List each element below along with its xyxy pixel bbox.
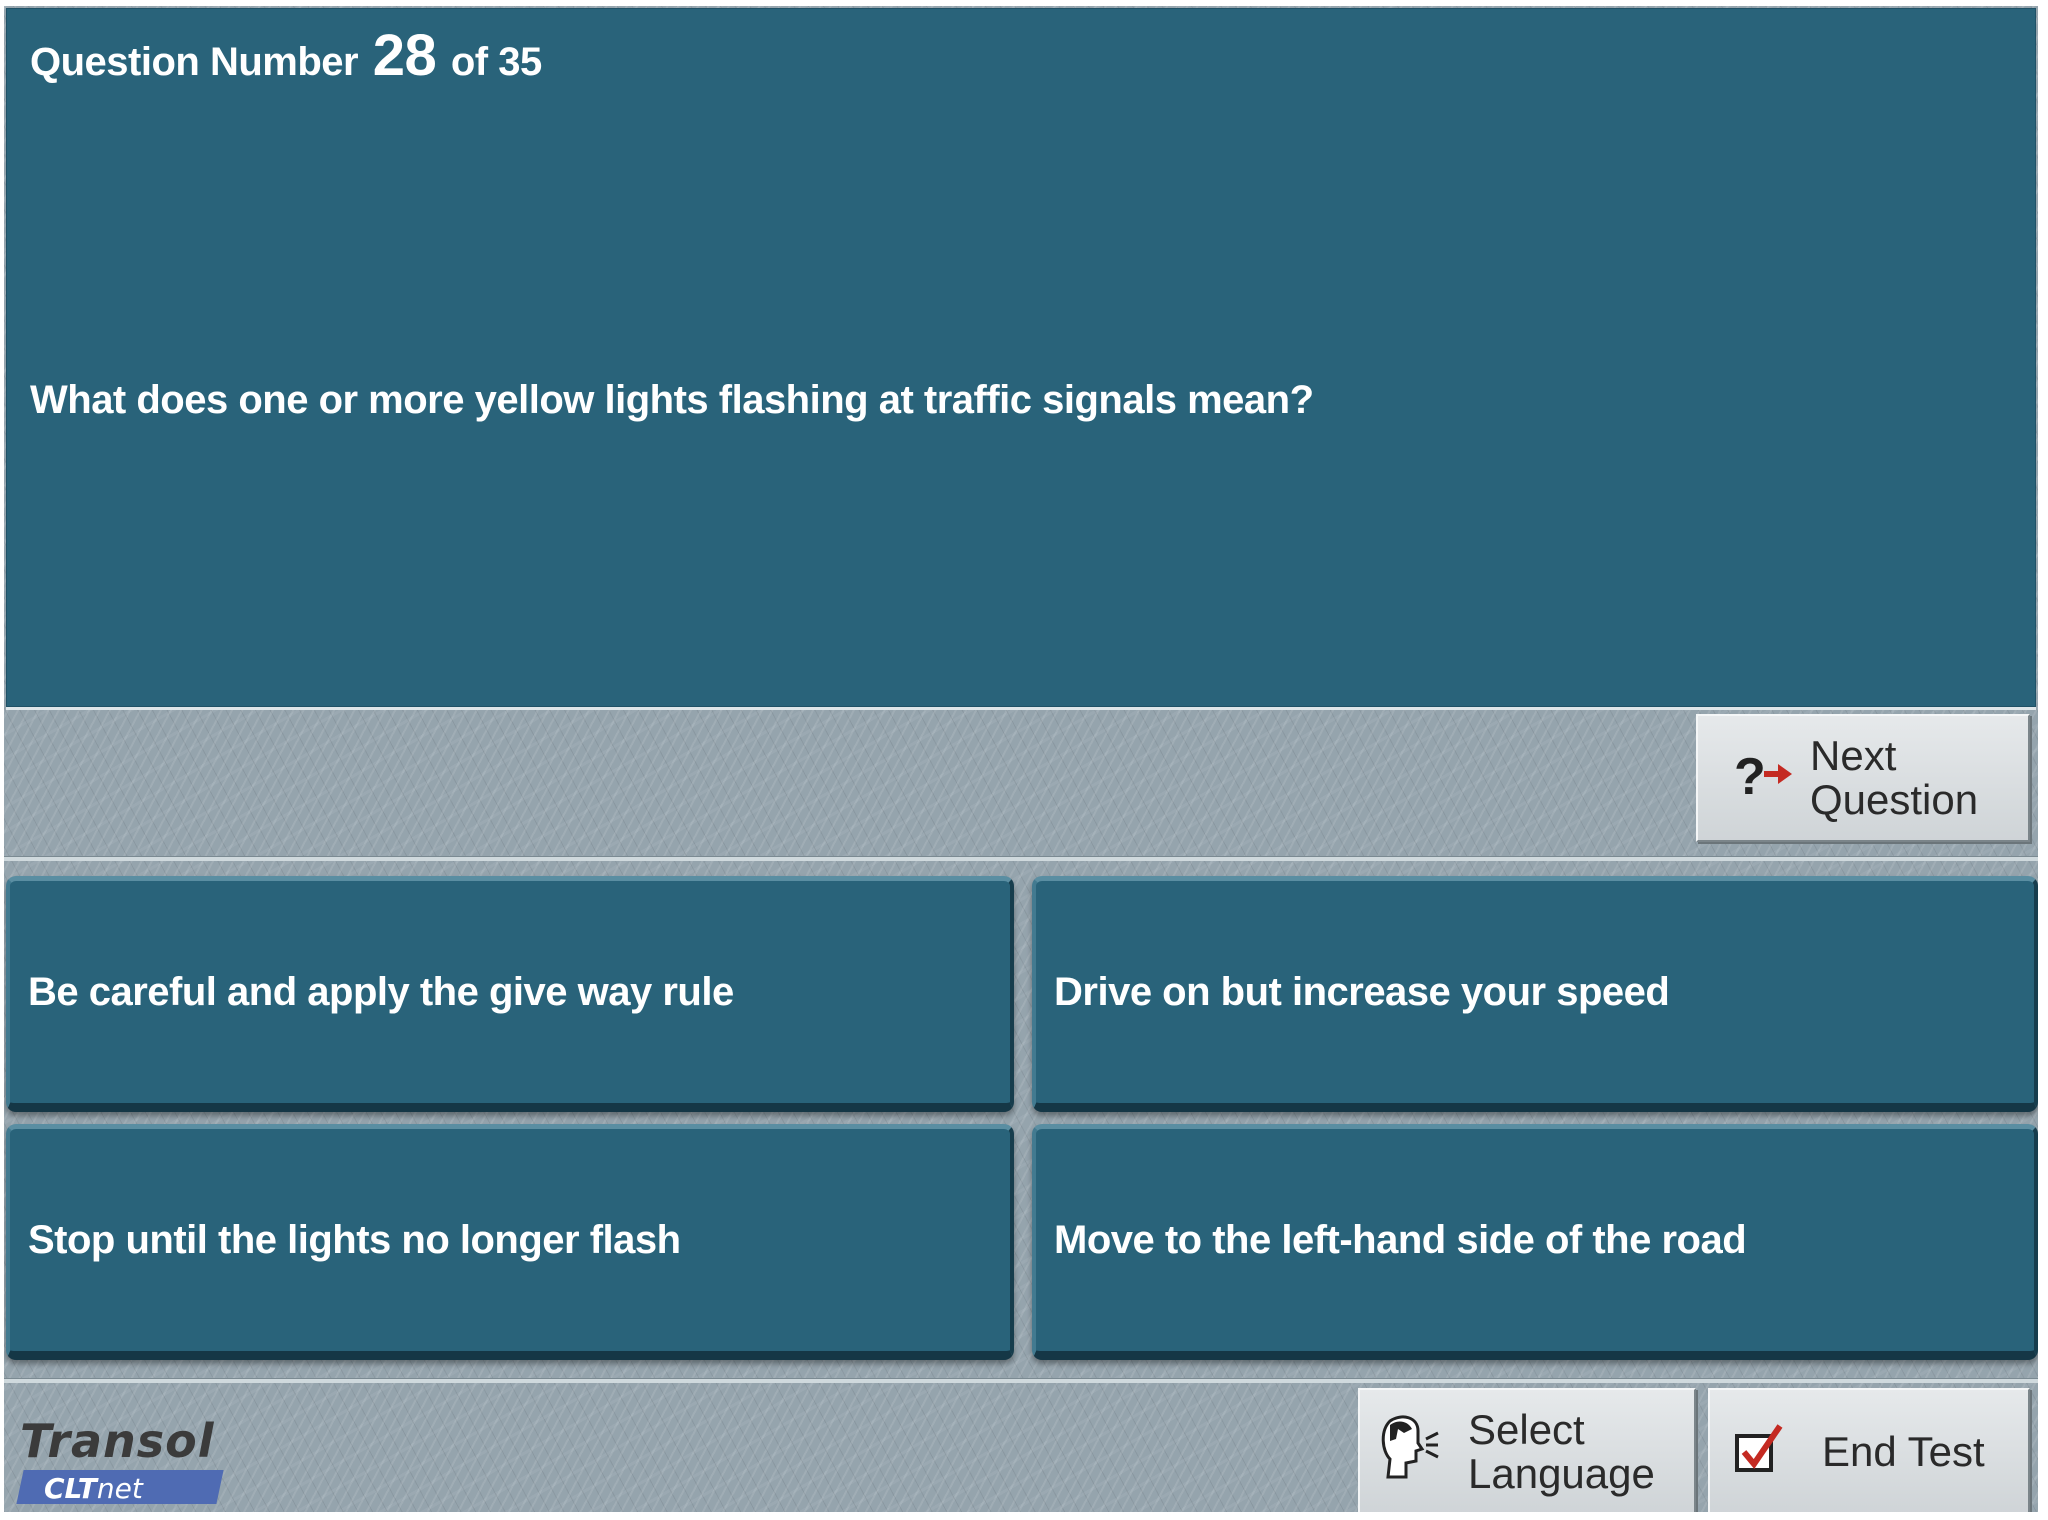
question-number-current: 28 — [372, 23, 437, 88]
question-number: Question Number 28 of 35 — [30, 22, 542, 89]
answer-d-text: Move to the left-hand side of the road — [1054, 1217, 1747, 1262]
question-panel: Question Number 28 of 35 What does one o… — [6, 8, 2036, 710]
next-question-button[interactable]: ? Next Question — [1696, 714, 2030, 842]
select-language-label: Select Language — [1468, 1405, 1655, 1497]
speaking-head-icon — [1378, 1413, 1440, 1491]
question-arrow-icon: ? — [1734, 744, 1796, 812]
answer-a-text: Be careful and apply the give way rule — [28, 969, 734, 1014]
question-number-label: Question Number — [30, 40, 359, 84]
answer-b-button[interactable]: Drive on but increase your speed — [1032, 876, 2038, 1112]
question-number-total: of 35 — [450, 40, 542, 84]
transol-logo: Transol CLTnet — [16, 1414, 230, 1510]
logo-wordmark: Transol — [20, 1414, 215, 1468]
question-text: What does one or more yellow lights flas… — [30, 378, 1314, 422]
answer-c-text: Stop until the lights no longer flash — [28, 1217, 681, 1262]
divider — [4, 1378, 2038, 1383]
divider — [4, 856, 2038, 861]
answer-a-button[interactable]: Be careful and apply the give way rule — [6, 876, 1014, 1112]
next-question-label: Next Question — [1810, 731, 1979, 823]
answer-c-button[interactable]: Stop until the lights no longer flash — [6, 1124, 1014, 1360]
checkbox-tick-icon — [1734, 1422, 1786, 1482]
logo-subtitle: CLTnet — [44, 1472, 143, 1505]
end-test-label: End Test — [1822, 1427, 1985, 1475]
end-test-button[interactable]: End Test — [1708, 1388, 2030, 1512]
answer-d-button[interactable]: Move to the left-hand side of the road — [1032, 1124, 2038, 1360]
answer-b-text: Drive on but increase your speed — [1054, 969, 1670, 1014]
select-language-button[interactable]: Select Language — [1358, 1388, 1696, 1512]
test-window: Question Number 28 of 35 What does one o… — [4, 6, 2038, 1512]
svg-text:?: ? — [1734, 748, 1766, 804]
